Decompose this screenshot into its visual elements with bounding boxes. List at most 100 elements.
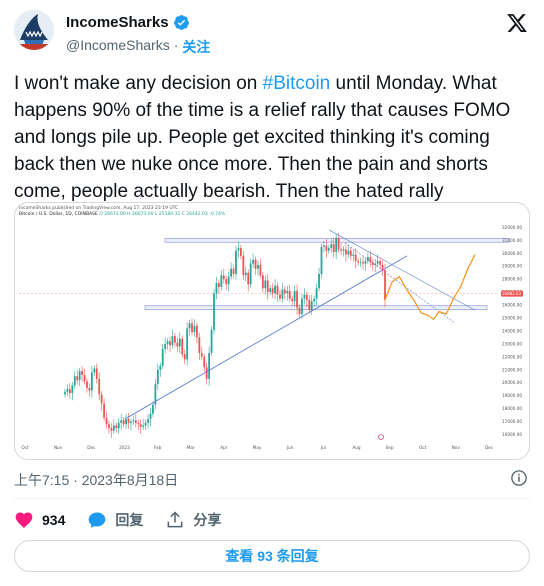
candle-body [132, 420, 135, 422]
x-tick-label: Oct [419, 445, 427, 450]
candle-body [117, 422, 120, 429]
share-button[interactable]: 分享 [165, 510, 221, 530]
reply-bubble-icon [89, 512, 106, 528]
candle-body [225, 279, 228, 285]
candle-body [315, 288, 318, 299]
candle-body [220, 275, 223, 287]
candle-body [122, 420, 125, 425]
like-count: 934 [42, 512, 66, 528]
x-tick-label: May [253, 445, 262, 450]
candle-body [156, 369, 159, 385]
candle-body [254, 259, 257, 269]
candle-body [73, 376, 76, 386]
candle-body [352, 254, 355, 256]
candle-body [296, 290, 298, 308]
verified-badge-icon [173, 15, 189, 30]
handle-separator: · [173, 37, 179, 53]
candle-body [261, 275, 264, 289]
candle-body [239, 248, 242, 256]
candle-body [83, 374, 86, 382]
candle-body [176, 342, 179, 347]
candle-body [149, 413, 152, 419]
view-replies-button[interactable]: 查看 93 条回复 [14, 540, 530, 572]
x-tick-label: Sep [386, 445, 394, 450]
candle-body [174, 336, 176, 343]
candle-body [213, 293, 215, 330]
tweet-timestamp[interactable]: 上午7:15 · 2023年8月18日 [14, 470, 178, 490]
x-tick-label: Feb [154, 445, 162, 450]
author-name[interactable]: IncomeSharks [66, 14, 169, 31]
reply-button[interactable]: 回复 [87, 510, 143, 530]
candle-body [188, 323, 191, 329]
candle-body [205, 367, 208, 379]
candle-body [259, 264, 262, 276]
candle-body [347, 250, 350, 255]
candle-body [362, 262, 364, 264]
follow-button[interactable]: 关注 [182, 37, 210, 57]
candle-body [169, 341, 171, 346]
channel-line-lower [344, 242, 456, 324]
candle-body [152, 404, 154, 414]
candle-body [142, 425, 145, 427]
candle-body [323, 245, 325, 247]
candle-body [208, 352, 211, 379]
author-handle[interactable]: @IncomeSharks [66, 37, 170, 57]
tweet-card: IncomeSharks @IncomeSharks · 关注 I won't … [0, 0, 544, 586]
candle-body [288, 290, 291, 299]
candle-body [367, 257, 369, 262]
candle-body [76, 376, 79, 381]
candle-body [337, 237, 340, 250]
candle-body [78, 371, 81, 381]
y-tick-label: 24000.00 [502, 328, 522, 333]
y-tick-label: 31000.00 [502, 238, 522, 243]
avatar[interactable] [14, 10, 54, 50]
share-upload-icon [167, 511, 183, 528]
candle-body [384, 270, 386, 300]
like-button[interactable]: 934 [14, 510, 65, 530]
candle-body [325, 245, 328, 251]
candle-body [318, 273, 320, 289]
x-tick-label: Nov [452, 445, 461, 450]
candle-body [376, 261, 379, 264]
y-tick-label: 19000.00 [502, 393, 522, 398]
candle-body [178, 338, 181, 347]
uptrend-line [124, 255, 408, 420]
candle-body [110, 428, 113, 431]
info-icon[interactable] [510, 469, 528, 487]
tweet-text-before: I won't make any decision on [14, 73, 263, 94]
candle-body [276, 285, 279, 295]
candle-body [134, 420, 137, 423]
hashtag-link[interactable]: #Bitcoin [263, 73, 331, 94]
candle-body [271, 288, 274, 294]
candle-body [210, 329, 213, 353]
chart-image[interactable]: IncomeSharks published on TradingView.co… [14, 202, 530, 460]
x-logo-icon[interactable] [506, 12, 528, 34]
candle-body [120, 420, 123, 423]
y-tick-label: 29000.00 [502, 264, 522, 269]
y-tick-label: 32000.00 [502, 225, 522, 230]
candle-body [105, 417, 108, 425]
y-tick-label: 20000.00 [502, 380, 522, 385]
candle-body [125, 418, 127, 425]
candle-body [359, 262, 362, 264]
candle-body [274, 285, 276, 294]
candle-body [64, 391, 66, 395]
price-tag-label: 26882.03 [502, 291, 522, 296]
candle-body [342, 249, 345, 251]
y-tick-label: 18000.00 [502, 406, 522, 411]
y-tick-label: 28000.00 [502, 277, 522, 282]
candle-body [171, 336, 174, 346]
candle-body [166, 341, 169, 344]
x-tick-label: Oct [21, 445, 29, 450]
y-tick-label: 26000.00 [502, 303, 522, 308]
chart-ohlc: O 26673.00 H 26673.00 L 25184.31 C 26442… [99, 212, 226, 217]
candle-body [130, 421, 132, 423]
chart-symbol: Bitcoin / U.S. Dollar, 1D, COINBASE [19, 212, 98, 217]
candle-body [95, 368, 98, 379]
y-tick-label: 23000.00 [502, 341, 522, 346]
candle-body [186, 328, 189, 360]
candle-body [193, 325, 196, 333]
candle-body [301, 298, 303, 315]
candle-body [139, 424, 142, 427]
candle-body [81, 371, 83, 375]
